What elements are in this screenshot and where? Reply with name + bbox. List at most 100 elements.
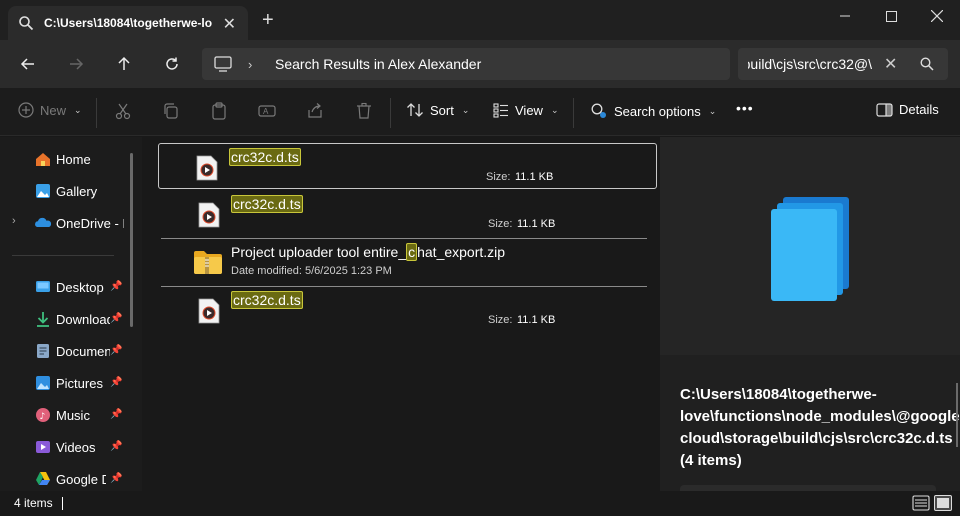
sidebar-item-google-drive[interactable]: Google Drive 📌	[0, 465, 128, 493]
view-label: View	[515, 102, 543, 118]
sidebar-item-pictures[interactable]: Pictures 📌	[0, 369, 128, 397]
breadcrumb-chevron-icon[interactable]: ›	[248, 57, 252, 72]
sidebar-item-music[interactable]: ♪ Music 📌	[0, 401, 128, 429]
search-options-icon	[591, 103, 606, 118]
pin-icon: 📌	[110, 281, 123, 292]
sidebar-item-videos[interactable]: Videos 📌	[0, 433, 128, 461]
trash-icon	[357, 102, 371, 119]
google-drive-icon	[36, 472, 50, 485]
copy-button[interactable]	[162, 102, 180, 120]
sidebar-item-gallery[interactable]: Gallery	[0, 177, 128, 205]
new-button-label: New	[40, 102, 67, 118]
size-label: Size:	[486, 171, 511, 183]
paste-button[interactable]	[210, 102, 228, 120]
svg-text:A: A	[263, 107, 269, 116]
search-icon[interactable]	[920, 57, 934, 71]
file-size: 11.1 KB	[515, 171, 554, 183]
pin-icon: 📌	[110, 409, 123, 420]
tiles-view-icon[interactable]	[934, 495, 952, 511]
more-options-button[interactable]: •••	[736, 100, 754, 116]
refresh-button[interactable]	[160, 52, 184, 76]
minimize-button[interactable]	[822, 0, 868, 32]
share-button[interactable]	[306, 102, 324, 120]
details-pane-button[interactable]: Details	[876, 102, 939, 117]
details-label: Details	[899, 102, 939, 117]
onedrive-icon	[35, 217, 51, 227]
pin-icon: 📌	[110, 473, 123, 484]
arrow-up-icon	[118, 56, 130, 70]
file-name: crc32c.d.ts	[231, 195, 303, 213]
tab-active[interactable]: C:\Users\18084\togetherwe-lo ✕	[8, 6, 248, 40]
new-tab-button[interactable]: +	[262, 10, 274, 30]
chevron-right-icon[interactable]: ›	[12, 215, 16, 227]
file-name: crc32c.d.ts	[229, 148, 301, 166]
size-label: Size:	[488, 218, 513, 230]
forward-button[interactable]	[64, 52, 88, 76]
details-view-icon[interactable]	[912, 495, 930, 511]
navigation-pane: Home Gallery › OneDrive - P Desktop 📌 Do…	[0, 137, 142, 491]
gallery-icon	[36, 184, 50, 198]
zip-folder-icon	[194, 251, 222, 274]
size-label: Size:	[488, 314, 513, 326]
date-label: Date modified:	[231, 265, 302, 277]
sort-button[interactable]: Sort ⌄	[406, 102, 469, 118]
file-list: crc32c.d.ts Size: 11.1 KB crc32c.d.ts Si…	[143, 137, 659, 491]
share-icon	[308, 103, 322, 118]
search-options-button[interactable]: Search options ⌄	[590, 102, 716, 120]
sidebar-item-downloads[interactable]: Downloads 📌	[0, 305, 128, 333]
file-row[interactable]: Project uploader tool entire_ c hat_export…	[161, 239, 647, 285]
scissors-icon	[115, 103, 131, 120]
item-count: 4 items	[14, 496, 53, 510]
search-input[interactable]: \@google-cloud\storage\build\cjs\src\crc…	[748, 56, 872, 72]
chevron-down-icon: ⌄	[74, 104, 82, 115]
details-pane: C:\Users\18084\togetherwe-love\functions…	[660, 137, 960, 495]
pin-icon: 📌	[110, 441, 123, 452]
view-button[interactable]: View ⌄	[493, 102, 559, 118]
file-row[interactable]: crc32c.d.ts Size: 11.1 KB	[158, 143, 657, 189]
match-highlight: c	[406, 243, 418, 261]
close-window-button[interactable]	[914, 0, 960, 32]
sidebar-item-documents[interactable]: Documents 📌	[0, 337, 128, 365]
search-box[interactable]: \@google-cloud\storage\build\cjs\src\crc…	[738, 48, 948, 80]
sidebar-item-home[interactable]: Home	[0, 145, 128, 173]
command-divider	[96, 98, 97, 128]
clear-search-icon[interactable]: ✕	[884, 54, 897, 74]
music-icon: ♪	[36, 408, 50, 422]
view-list-icon	[493, 103, 508, 118]
sidebar-item-label: Downloads	[56, 312, 110, 327]
pin-icon: 📌	[110, 313, 123, 324]
rename-button[interactable]: A	[258, 102, 276, 120]
file-size: 11.1 KB	[517, 218, 556, 230]
address-field[interactable]: › Search Results in Alex Alexander	[202, 48, 730, 80]
minimize-icon	[840, 15, 850, 17]
refresh-icon	[166, 57, 178, 70]
sidebar-item-desktop[interactable]: Desktop 📌	[0, 273, 128, 301]
cut-button[interactable]	[114, 102, 132, 120]
sidebar-scrollbar[interactable]	[130, 153, 133, 327]
tab-close-icon[interactable]: ✕	[223, 14, 236, 34]
back-button[interactable]	[16, 52, 40, 76]
up-button[interactable]	[112, 52, 136, 76]
chevron-down-icon: ⌄	[550, 104, 559, 115]
search-options-label: Search options	[614, 103, 701, 119]
arrow-left-icon	[20, 58, 34, 70]
address-location[interactable]: Search Results in Alex Alexander	[275, 56, 481, 72]
match-highlight: crc32c.d.ts	[229, 148, 301, 166]
clipboard-icon	[212, 102, 226, 120]
maximize-button[interactable]	[868, 0, 914, 32]
sidebar-item-onedrive[interactable]: › OneDrive - P	[0, 209, 128, 237]
tab-title: C:\Users\18084\togetherwe-lo	[44, 16, 213, 30]
file-date: Date modified: 5/6/2025 1:23 PM	[231, 265, 392, 277]
file-row[interactable]: crc32c.d.ts Size: 11.1 KB	[161, 287, 647, 333]
delete-button[interactable]	[355, 102, 373, 120]
file-name: Project uploader tool entire_ c hat_export…	[231, 243, 505, 261]
sidebar-item-label: Videos	[56, 440, 96, 455]
command-bar: New ⌄ A Sort ⌄ View ⌄ Search options ⌄ •…	[0, 88, 960, 136]
new-button[interactable]: New ⌄	[18, 102, 82, 118]
file-size: 11.1 KB	[517, 314, 556, 326]
maximize-icon	[885, 10, 897, 22]
file-row[interactable]: crc32c.d.ts Size: 11.1 KB	[161, 191, 647, 237]
sidebar-divider	[12, 255, 114, 256]
details-scrollbar[interactable]	[956, 383, 958, 447]
pin-icon: 📌	[110, 377, 123, 388]
